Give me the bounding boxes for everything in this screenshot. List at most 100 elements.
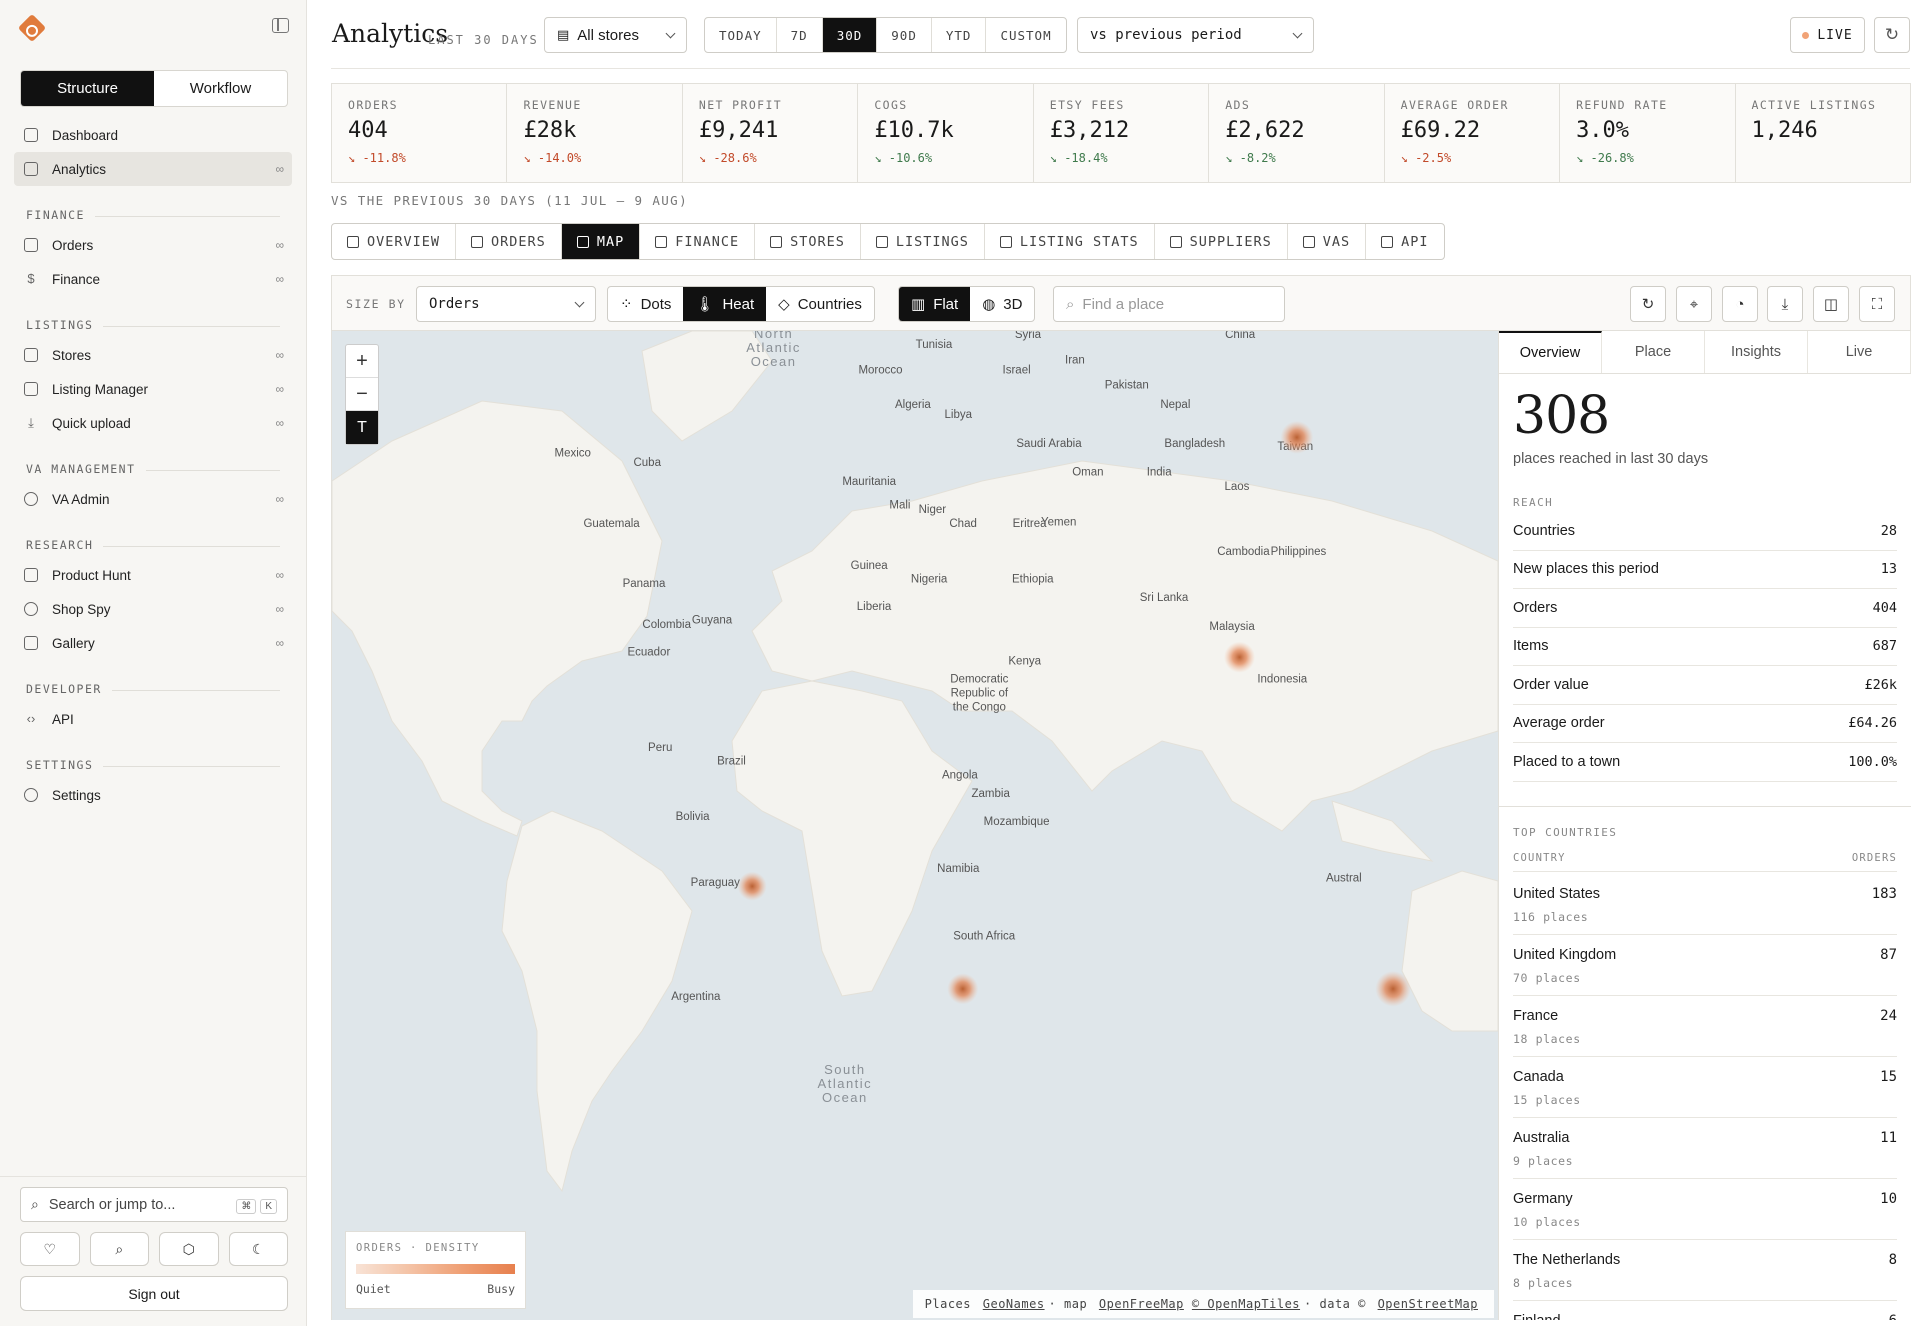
tab-api[interactable]: API <box>1366 224 1443 259</box>
tab-listing-stats[interactable]: LISTING STATS <box>985 224 1155 259</box>
country-row[interactable]: The Netherlands 8 places 8 <box>1513 1240 1897 1301</box>
tab-listings[interactable]: LISTINGS <box>861 224 985 259</box>
heat-hotspot[interactable] <box>947 973 979 1005</box>
sidebar: Structure Workflow Dashboard Analytics ∞ … <box>0 0 307 1326</box>
live-button[interactable]: LIVE <box>1790 17 1865 53</box>
country-row[interactable]: Germany 10 places 10 <box>1513 1179 1897 1240</box>
kpi-card[interactable]: ETSY FEES £3,212 ↘ -18.4% <box>1034 84 1210 182</box>
side-panel-icon[interactable]: ◫ <box>1813 286 1849 322</box>
country-row[interactable]: United Kingdom 70 places 87 <box>1513 935 1897 996</box>
range-90d[interactable]: 90D <box>877 18 932 52</box>
country-row[interactable]: Australia 9 places 11 <box>1513 1118 1897 1179</box>
sidebar-item-api[interactable]: ‹› API <box>14 702 292 736</box>
dots-icon: ⁘ <box>620 296 633 313</box>
kpi-card[interactable]: ADS £2,622 ↘ -8.2% <box>1209 84 1385 182</box>
tab-map[interactable]: MAP <box>561 224 641 259</box>
kpi-card[interactable]: NET PROFIT £9,241 ↘ -28.6% <box>683 84 859 182</box>
download-icon[interactable]: ⤓ <box>1767 286 1803 322</box>
sidebar-item-gallery[interactable]: Gallery ∞ <box>14 626 292 660</box>
country-row[interactable]: Canada 15 places 15 <box>1513 1057 1897 1118</box>
reach-label: Average order <box>1513 715 1605 732</box>
view-3d[interactable]: ◍ 3D <box>970 287 1034 321</box>
side-tab-live[interactable]: Live <box>1808 331 1911 373</box>
sidebar-item-va-admin[interactable]: VA Admin ∞ <box>14 482 292 516</box>
sidebar-item-listing-manager[interactable]: Listing Manager ∞ <box>14 372 292 406</box>
box-icon[interactable]: ⬡ <box>159 1232 219 1266</box>
openstreetmap-link[interactable]: OpenStreetMap <box>1378 1297 1478 1311</box>
store-dropdown[interactable]: ▤ All stores <box>544 17 687 53</box>
range-30d[interactable]: 30D <box>822 18 878 52</box>
map-label: Guyana <box>692 615 733 627</box>
tab-suppliers[interactable]: SUPPLIERS <box>1155 224 1288 259</box>
search-icon[interactable]: ⌕ <box>89 1232 149 1266</box>
segment-workflow[interactable]: Workflow <box>154 71 287 106</box>
fullscreen-icon[interactable]: ⛶ <box>1859 286 1895 322</box>
range-custom[interactable]: CUSTOM <box>986 18 1065 52</box>
country-orders: 183 <box>1871 886 1897 902</box>
range-today[interactable]: TODAY <box>705 18 777 52</box>
zoom-in-button[interactable]: + <box>346 345 378 378</box>
tab-overview[interactable]: OVERVIEW <box>332 224 457 259</box>
sidebar-item-settings[interactable]: Settings <box>14 778 292 812</box>
locate-icon[interactable]: ⌖ <box>1676 286 1712 322</box>
side-tab-overview[interactable]: Overview <box>1499 331 1602 373</box>
range-ytd[interactable]: YTD <box>932 18 987 52</box>
heat-hotspot[interactable] <box>737 871 767 901</box>
kpi-card[interactable]: REVENUE £28k ↘ -14.0% <box>507 84 683 182</box>
tab-orders[interactable]: ORDERS <box>456 224 562 259</box>
openfreemap-link[interactable]: OpenFreeMap <box>1099 1297 1184 1311</box>
kpi-card[interactable]: REFUND RATE 3.0% ↘ -26.8% <box>1560 84 1736 182</box>
sign-out-button[interactable]: Sign out <box>20 1276 288 1311</box>
openmaptiles-link[interactable]: © OpenMapTiles <box>1192 1297 1300 1311</box>
zoom-out-button[interactable]: − <box>346 378 378 411</box>
tab-vas[interactable]: VAS <box>1288 224 1367 259</box>
refresh-icon[interactable]: ↻ <box>1874 17 1910 53</box>
range-7d[interactable]: 7D <box>777 18 823 52</box>
sidebar-item-orders[interactable]: Orders ∞ <box>14 228 292 262</box>
kpi-card[interactable]: ORDERS 404 ↘ -11.8% <box>332 84 508 182</box>
mode-dots[interactable]: ⁘ Dots <box>608 287 683 321</box>
mode-heat[interactable]: 🌡︎ Heat <box>683 287 767 321</box>
compare-dropdown[interactable]: vs previous period <box>1077 17 1314 53</box>
heat-hotspot[interactable] <box>1223 641 1256 673</box>
heat-hotspot[interactable] <box>1280 420 1314 454</box>
country-row[interactable]: Finland 6 <box>1513 1301 1897 1320</box>
text-toggle-button[interactable]: T <box>346 411 378 444</box>
tab-stores[interactable]: STORES <box>755 224 861 259</box>
sidebar-item-product-hunt[interactable]: Product Hunt ∞ <box>14 558 292 592</box>
palette-icon[interactable]: ◔ <box>1722 286 1758 322</box>
chevron-down-icon <box>574 297 585 307</box>
kpi-card[interactable]: COGS £10.7k ↘ -10.6% <box>858 84 1034 182</box>
view-flat[interactable]: ▥ Flat <box>899 287 971 321</box>
kpi-card[interactable]: ACTIVE LISTINGS 1,246 <box>1736 84 1910 182</box>
side-tab-insights[interactable]: Insights <box>1705 331 1808 373</box>
map-label-line: Namibia <box>937 863 980 875</box>
country-row[interactable]: France 18 places 24 <box>1513 996 1897 1057</box>
sidebar-item-stores[interactable]: Stores ∞ <box>14 338 292 372</box>
sidebar-item-shop-spy[interactable]: Shop Spy ∞ <box>14 592 292 626</box>
search-jump-input[interactable]: ⌕ Search or jump to... ⌘ K <box>20 1187 288 1222</box>
kpi-card[interactable]: AVERAGE ORDER £69.22 ↘ -2.5% <box>1385 84 1561 182</box>
map-canvas[interactable]: GreenlandBaffinBayIcelandHudsonBayHudson… <box>332 331 1498 1320</box>
heart-icon[interactable]: ♡ <box>20 1232 80 1266</box>
sidebar-toggle-icon[interactable] <box>272 18 289 33</box>
reset-view-icon[interactable]: ↻ <box>1630 286 1666 322</box>
app-logo-icon[interactable] <box>17 13 47 43</box>
sidebar-item-finance[interactable]: $ Finance ∞ <box>14 262 292 296</box>
sidebar-item-quick-upload[interactable]: ⤓ Quick upload ∞ <box>14 406 292 440</box>
tab-finance[interactable]: FINANCE <box>640 224 756 259</box>
kpi-label: REFUND RATE <box>1576 98 1668 112</box>
segment-structure[interactable]: Structure <box>21 71 154 106</box>
heat-hotspot[interactable] <box>1375 971 1411 1007</box>
geonames-link[interactable]: GeoNames <box>983 1297 1045 1311</box>
find-place-input[interactable]: ⌕ Find a place <box>1053 286 1285 322</box>
sidebar-item-dashboard[interactable]: Dashboard <box>14 118 292 152</box>
sidebar-item-analytics[interactable]: Analytics ∞ <box>14 152 292 186</box>
world-map[interactable]: GreenlandBaffinBayIcelandHudsonBayHudson… <box>332 331 1498 1320</box>
moon-icon[interactable]: ☾ <box>228 1232 288 1266</box>
country-row[interactable]: United States 116 places 183 <box>1513 874 1897 935</box>
side-tab-place[interactable]: Place <box>1602 331 1705 373</box>
size-by-dropdown[interactable]: Orders <box>416 286 596 322</box>
country-places: 116 places <box>1513 910 1589 924</box>
mode-countries[interactable]: ◇ Countries <box>766 287 874 321</box>
